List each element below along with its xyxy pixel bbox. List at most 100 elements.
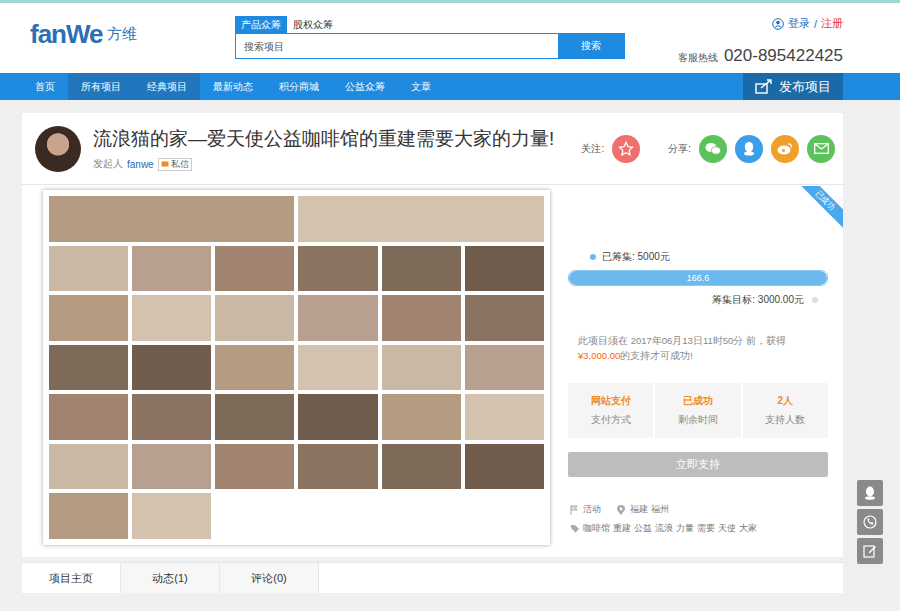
qq-service-button[interactable] [857,480,883,506]
search-input[interactable] [236,34,558,58]
search-button[interactable]: 搜索 [558,34,624,58]
share-label: 分享: [668,142,691,156]
tag[interactable]: 公益 [634,522,652,535]
location-icon [617,505,625,515]
category: 活动 [583,503,601,516]
logo[interactable]: fanWe方维 [30,19,137,50]
stat-value: 2人 [778,394,794,408]
publish-label: 发布项目 [779,78,831,96]
tag[interactable]: 咖啡馆 [583,522,610,535]
support-button[interactable]: 立即支持 [568,452,828,477]
hotline: 客服热线 020-895422425 [678,46,843,66]
project-tab[interactable]: 评论(0) [220,563,319,593]
social: 关注: 分享: [581,135,835,163]
share-button[interactable] [807,135,835,163]
feedback-button[interactable] [857,538,883,564]
project-tab[interactable]: 项目主页 [22,563,121,593]
meta: 活动 福建 福州 [568,503,828,516]
edit-icon [863,544,877,558]
nav-item[interactable]: 所有项目 [68,73,134,100]
stat-box: 2人支持人数 [743,383,828,438]
tag[interactable]: 大家 [739,522,757,535]
phone-icon [863,515,877,529]
raised-amount: 已筹集: 5000元 [602,250,670,264]
login-link[interactable]: 登录 [788,16,810,31]
mail-icon [814,143,829,154]
status-badge: 已成功 [793,186,843,233]
flag-icon [570,505,578,515]
logo-brand: fanWe [30,19,103,50]
dot [812,297,818,303]
project-card: 流浪猫的家—爱天使公益咖啡馆的重建需要大家的力量!发起人fanwe私信关注:分享… [22,113,843,557]
nav-item[interactable]: 首页 [22,73,68,100]
weibo-icon [777,142,793,155]
stat-value: 已成功 [683,394,713,408]
hotline-number: 020-895422425 [724,46,843,66]
avatar[interactable] [35,126,81,172]
tag[interactable]: 流浪 [655,522,673,535]
tag-icon [570,524,580,533]
stat-label: 支付方式 [591,414,631,427]
progress-bar: 166.6 [568,270,828,286]
dot [590,254,596,260]
user-icon [772,18,784,30]
logo-name: 方维 [107,25,137,44]
share-button[interactable] [699,135,727,163]
stat-label: 支持人数 [765,414,805,427]
location: 福建 福州 [630,503,669,516]
star-icon [618,141,634,157]
project-tabs: 项目主页动态(1)评论(0) [22,562,843,593]
message-button[interactable]: 私信 [158,158,192,171]
project-photo [43,190,550,545]
title-row: 流浪猫的家—爱天使公益咖啡馆的重建需要大家的力量!发起人fanwe私信关注:分享… [22,113,843,185]
message-label: 私信 [171,159,189,170]
phone-button[interactable] [857,509,883,535]
project-tab[interactable]: 动态(1) [121,563,220,593]
tag[interactable]: 天使 [718,522,736,535]
register-link[interactable]: 注册 [821,16,843,31]
initiator-name[interactable]: fanwe [127,159,154,170]
notice: 此项目须在 2017年06月13日11时50分 前，获得 ¥3,000.00的支持… [568,333,828,363]
hotline-label: 客服热线 [678,51,718,65]
goal-amount: 筹集目标: 3000.00元 [712,293,804,307]
envelope-icon [161,161,169,167]
search-tabs: 产品众筹股权众筹 [235,16,625,33]
nav-item[interactable]: 文章 [398,73,444,100]
share-button[interactable] [735,135,763,163]
notice-text: 此项目须在 2017年06月13日11时50分 前，获得 [578,335,786,346]
search: 产品众筹股权众筹搜索 [235,16,625,59]
notice-text: 的支持才可成功! [620,350,693,361]
stats: 网站支付支付方式已成功剩余时间2人支持人数 [568,383,828,438]
funding-panel: 已筹集: 5000元 166.6 筹集目标: 3000.00元此项目须在 2017年… [568,190,828,557]
account: 登录 / 注册 [772,16,843,31]
share-button[interactable] [771,135,799,163]
search-tab[interactable]: 产品众筹 [235,16,287,33]
nav-item[interactable]: 经典项目 [134,73,200,100]
tag[interactable]: 力量 [676,522,694,535]
header: fanWe方维产品众筹股权众筹搜索登录/注册客服热线020-895422425 [0,0,900,73]
nav-bar: 首页所有项目经典项目最新动态积分商城公益众筹文章 发布项目 [0,73,900,100]
nav-item[interactable]: 公益众筹 [332,73,398,100]
nav-item[interactable]: 最新动态 [200,73,266,100]
notice-amount: ¥3,000.00 [578,350,620,361]
separator: / [814,18,817,30]
stat-value: 网站支付 [591,394,631,408]
tag[interactable]: 需要 [697,522,715,535]
nav-item[interactable]: 积分商城 [266,73,332,100]
stat-box: 已成功剩余时间 [655,383,740,438]
initiator: 发起人 fanwe 私信 [93,157,554,171]
progress-reading: 166.6 [569,271,827,285]
publish-icon [755,79,773,95]
qq-icon [864,486,876,500]
stat-box: 网站支付支付方式 [568,383,653,438]
search-tab[interactable]: 股权众筹 [287,16,339,33]
initiator-label: 发起人 [93,157,123,171]
follow-button[interactable] [612,135,640,163]
follow-label: 关注: [581,142,604,156]
qq-icon [743,141,755,156]
floating-tools [857,480,883,564]
publish-button[interactable]: 发布项目 [743,73,843,100]
search-box: 搜索 [235,33,625,59]
tag[interactable]: 重建 [613,522,631,535]
tags: 咖啡馆重建公益流浪力量需要天使大家 [568,522,828,535]
